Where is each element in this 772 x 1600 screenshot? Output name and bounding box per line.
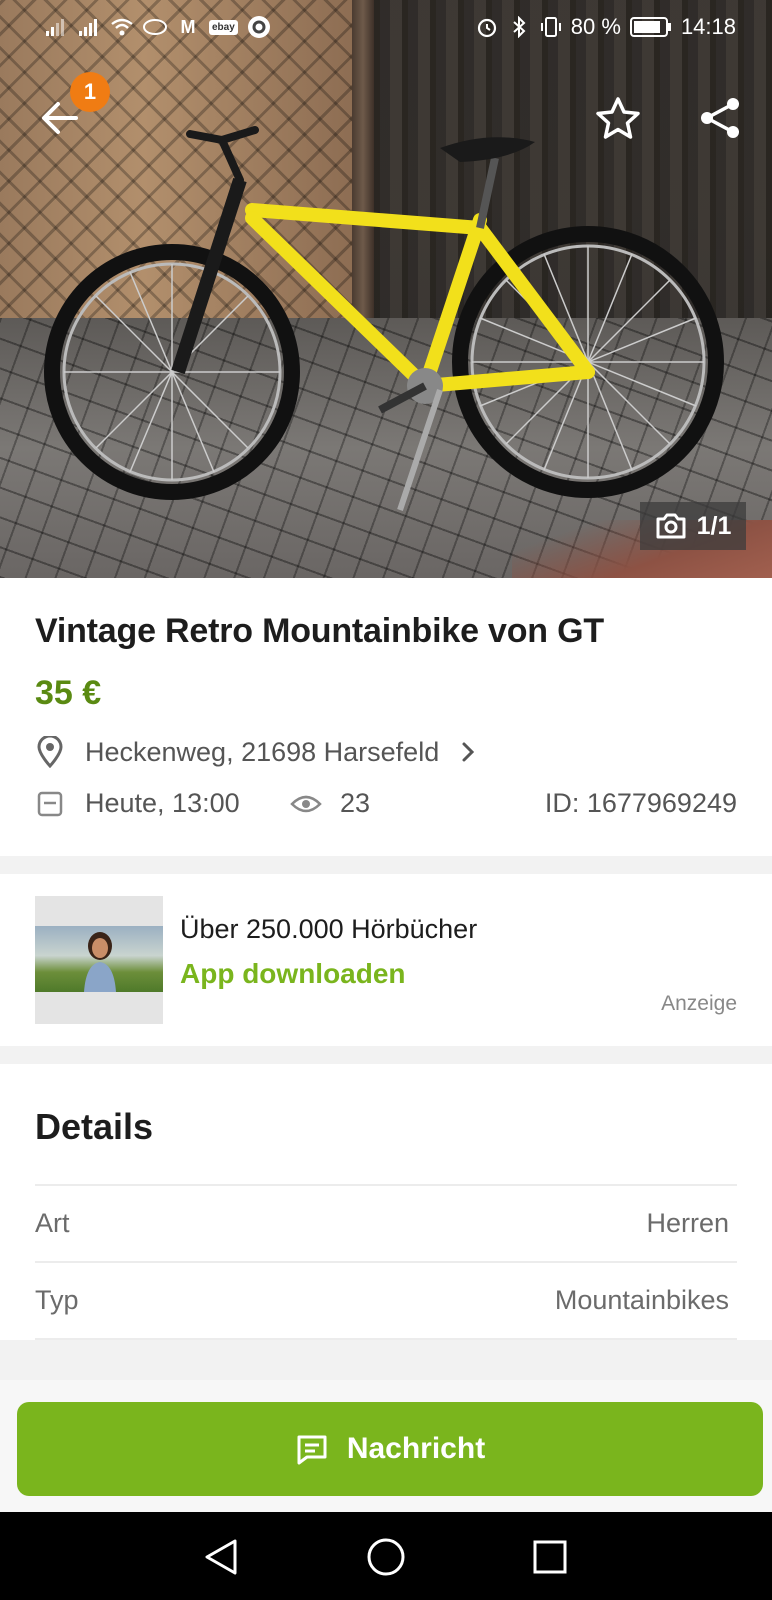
details-key: Art: [35, 1208, 70, 1238]
view-count: 23: [290, 788, 370, 819]
message-button-label: Nachricht: [346, 1432, 486, 1465]
chat-icon: [297, 1435, 327, 1465]
ebay-notification-icon: ebay: [209, 19, 238, 35]
details-row: Typ Mountainbikes: [35, 1261, 737, 1337]
wifi-icon: [110, 15, 134, 39]
signal-icon: [44, 15, 68, 39]
star-icon: [596, 97, 640, 139]
location-text: Heckenweg, 21698 Harsefeld: [85, 736, 440, 767]
back-arrow-icon: [42, 102, 78, 134]
action-bar: Nachricht: [0, 1380, 772, 1512]
notification-badge: 1: [70, 72, 110, 112]
status-bar-right: 80 % 14:18: [475, 14, 736, 40]
chevron-right-icon: [462, 742, 475, 762]
gmail-icon: M: [180, 16, 196, 37]
ad-label: Anzeige: [661, 992, 737, 1015]
app-notification-icon: [247, 15, 271, 39]
ad-thumbnail: [35, 896, 163, 1024]
nav-home-icon: [367, 1538, 405, 1576]
vibrate-icon: [539, 15, 563, 39]
advertisement-card[interactable]: Über 250.000 Hörbücher App downloaden An…: [0, 874, 772, 1046]
signal-2-icon: [77, 15, 101, 39]
details-section: Details Art Herren Typ Mountainbikes: [0, 1064, 772, 1340]
calendar-icon: [37, 791, 63, 816]
alarm-icon: [475, 15, 499, 39]
bike-illustration: [44, 126, 724, 511]
nav-back-button[interactable]: [198, 1534, 244, 1580]
ad-cta-link[interactable]: App downloaden: [180, 958, 406, 990]
ad-id: ID: 1677969249: [544, 788, 737, 818]
favorite-button[interactable]: [588, 88, 648, 148]
nav-home-button[interactable]: [363, 1534, 409, 1580]
listing-meta: Heute, 13:00 23 ID: 1677969249: [35, 788, 737, 824]
details-heading: Details: [35, 1106, 154, 1147]
share-icon: [701, 98, 739, 138]
clock: 14:18: [680, 14, 736, 39]
details-row: Art Herren: [35, 1184, 737, 1260]
location-pin-icon: [37, 736, 63, 768]
eye-icon: [290, 795, 322, 812]
status-bar-left: M ebay: [44, 15, 271, 39]
camera-icon: [656, 513, 686, 539]
system-navigation-bar: [0, 1512, 772, 1600]
image-counter-text: 1/1: [696, 511, 732, 540]
posted-date: Heute, 13:00: [35, 788, 240, 819]
ebay-app-icon: [143, 15, 167, 39]
listing-price: 35 €: [35, 674, 102, 712]
nav-recents-icon: [533, 1540, 567, 1574]
nav-back-icon: [205, 1539, 237, 1575]
listing-photo[interactable]: M ebay 80 % 14:18 1 1/1: [0, 0, 772, 578]
battery-icon: [629, 15, 673, 39]
listing-info: Vintage Retro Mountainbike von GT 35 € H…: [0, 578, 772, 856]
share-button[interactable]: [690, 88, 750, 148]
battery-percent: 80 %: [570, 14, 621, 39]
message-button[interactable]: Nachricht: [17, 1402, 763, 1496]
listing-title: Vintage Retro Mountainbike von GT: [35, 612, 604, 650]
nav-recents-button[interactable]: [527, 1534, 573, 1580]
details-divider: [35, 1338, 737, 1340]
posted-date-text: Heute, 13:00: [85, 788, 240, 818]
location-link[interactable]: Heckenweg, 21698 Harsefeld: [35, 736, 477, 768]
details-value: Herren: [646, 1208, 729, 1238]
details-key: Typ: [35, 1285, 79, 1315]
ad-title: Über 250.000 Hörbücher: [180, 914, 478, 944]
bluetooth-icon: [507, 15, 531, 39]
image-counter[interactable]: 1/1: [640, 502, 746, 550]
status-bar: M ebay 80 % 14:18: [0, 0, 772, 56]
ad-person-image: [84, 932, 116, 992]
details-value: Mountainbikes: [554, 1285, 729, 1315]
view-count-text: 23: [340, 788, 371, 818]
screen: M ebay 80 % 14:18 1 1/1 Vintage Retro Mo…: [0, 0, 772, 1600]
